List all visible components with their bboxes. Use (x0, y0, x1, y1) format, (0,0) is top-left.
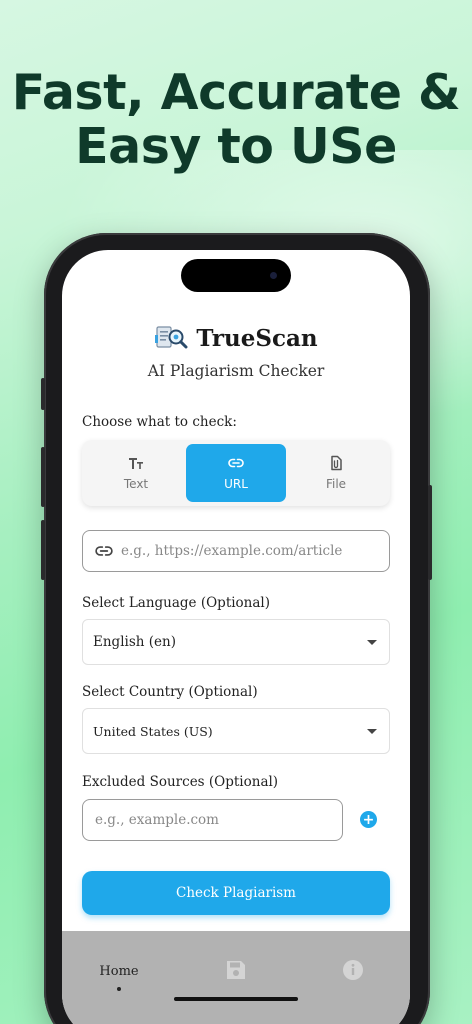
excluded-sources-placeholder: e.g., example.com (95, 812, 219, 828)
headline-line-2: Easy to USe (75, 118, 397, 175)
check-type-text-option[interactable]: Text (86, 444, 186, 502)
phone-side-button-right (428, 485, 432, 580)
headline-line-1: Fast, Accurate & (11, 64, 461, 121)
marketing-headline: Fast, Accurate & Easy to USe (0, 66, 472, 174)
url-input[interactable]: e.g., https://example.com/article (82, 530, 390, 572)
app-name: TrueScan (196, 324, 318, 352)
tab-home-label: Home (99, 964, 139, 979)
language-value: English (en) (93, 634, 176, 650)
home-indicator-bar (174, 997, 298, 1001)
country-value: United States (US) (93, 723, 213, 739)
language-label: Select Language (Optional) (82, 595, 271, 611)
country-label: Select Country (Optional) (82, 684, 258, 700)
tab-home[interactable]: Home (82, 964, 156, 979)
check-type-label: Choose what to check: (82, 414, 237, 430)
check-type-file-label: File (325, 477, 347, 491)
document-magnifier-icon (154, 324, 188, 352)
check-type-selector: Text URL File (82, 440, 390, 506)
camera-dot (270, 272, 277, 279)
check-type-url-option[interactable]: URL (186, 444, 286, 502)
plus-circle-icon: + (362, 811, 375, 828)
text-icon (129, 458, 143, 469)
url-input-placeholder: e.g., https://example.com/article (121, 543, 343, 559)
chevron-down-icon (367, 639, 377, 645)
link-icon (228, 458, 244, 468)
language-select[interactable]: English (en) (82, 619, 390, 665)
tab-home-indicator-dot (117, 987, 121, 991)
dynamic-island (181, 259, 291, 292)
phone-side-button-left-3 (41, 520, 45, 580)
floppy-disk-icon[interactable] (225, 959, 247, 981)
check-type-file-option[interactable]: File (286, 444, 386, 502)
app-brand: TrueScan (62, 324, 410, 352)
phone-side-button-left-2 (41, 447, 45, 507)
country-select[interactable]: United States (US) (82, 708, 390, 754)
app-subtitle: AI Plagiarism Checker (147, 362, 325, 380)
file-icon (331, 455, 342, 471)
link-icon (95, 546, 113, 556)
phone-side-button-left-1 (41, 378, 45, 410)
bottom-tab-bar: Home (62, 931, 410, 1024)
chevron-down-icon (367, 728, 377, 734)
check-plagiarism-button[interactable]: Check Plagiarism (82, 871, 390, 915)
check-type-url-label: URL (224, 477, 248, 491)
check-type-text-label: Text (123, 477, 149, 491)
info-icon[interactable] (342, 959, 364, 981)
check-plagiarism-label: Check Plagiarism (175, 885, 296, 901)
phone-screen: TrueScan AI Plagiarism Checker Choose wh… (62, 250, 410, 1024)
excluded-sources-input[interactable]: e.g., example.com (82, 799, 343, 841)
add-source-button[interactable]: + (360, 811, 377, 828)
excluded-sources-label: Excluded Sources (Optional) (82, 774, 279, 790)
